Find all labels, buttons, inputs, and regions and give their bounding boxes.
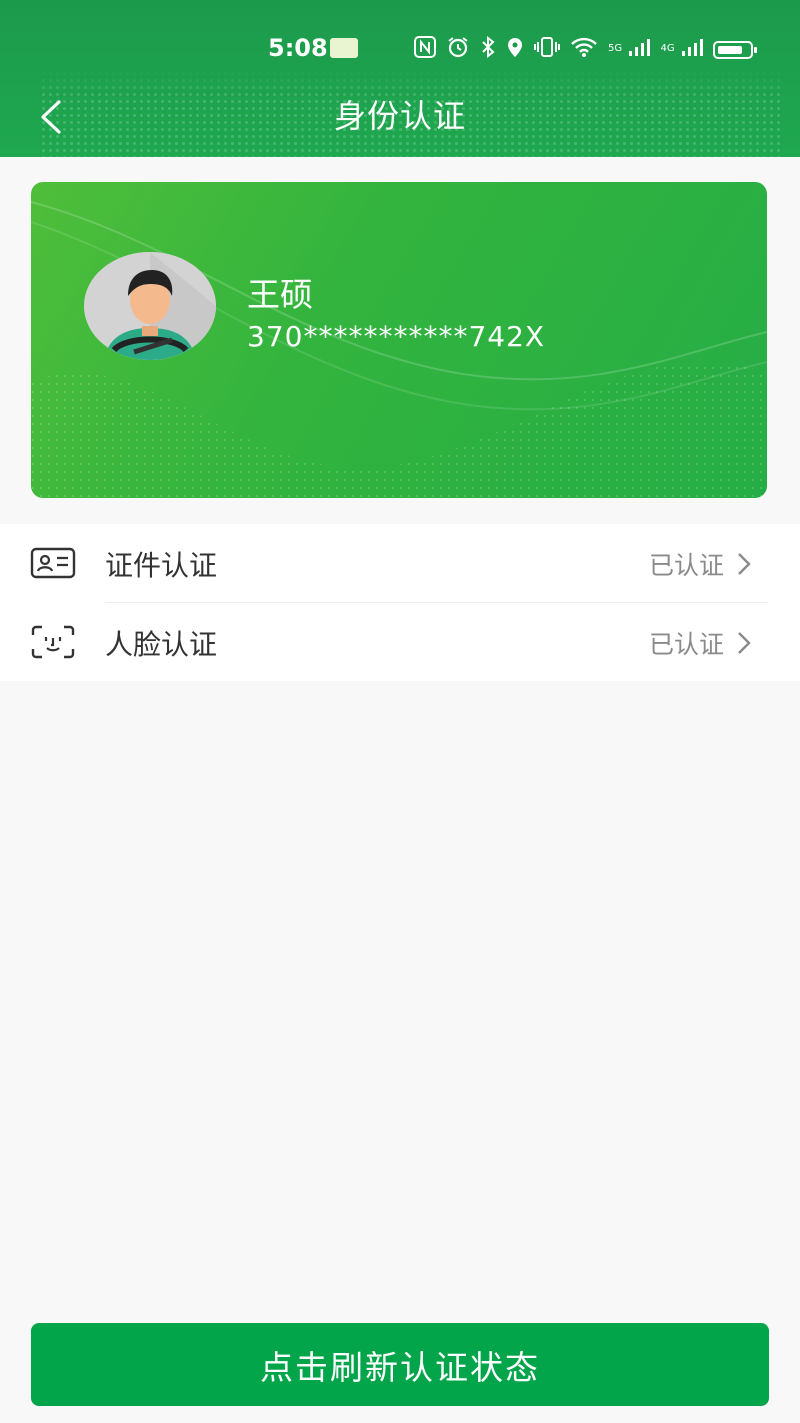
status-bar: 5:08 5G 4G [0,26,800,70]
driver-avatar-icon [84,252,216,360]
refresh-status-button[interactable]: 点击刷新认证状态 [31,1323,769,1406]
nfc-icon [414,36,436,63]
app-notification-icon [330,38,358,58]
list-item-label: 证件认证 [105,549,218,582]
face-scan-icon [31,625,75,659]
page-title: 身份认证 [333,97,466,135]
4g-signal-icon: 4G [660,37,703,62]
wifi-icon [570,36,598,63]
chevron-right-icon [738,632,751,654]
battery-icon [712,40,757,59]
verification-status: 已认证 [648,630,724,659]
verification-status: 已认证 [648,551,724,580]
status-icons: 5G 4G [414,35,757,63]
5g-signal-icon: 5G [608,37,651,62]
vibrate-icon [534,36,560,63]
avatar [84,252,216,360]
chevron-right-icon [738,553,751,575]
header: 5:08 5G 4G 身份认证 [0,0,800,157]
location-icon [506,36,524,63]
bluetooth-icon [480,35,496,63]
user-id-number: 370***********742X [247,320,546,353]
identity-card: 王硕 370***********742X [31,182,767,498]
list-item-id-verification[interactable]: 证件认证 已认证 [0,524,800,603]
alarm-icon [446,36,470,63]
user-name: 王硕 [247,275,313,314]
list-item-label: 人脸认证 [105,628,218,661]
list-item-face-verification[interactable]: 人脸认证 已认证 [0,603,800,681]
verification-list: 证件认证 已认证 人脸认证 已认证 [0,524,800,681]
status-time: 5:08 [268,34,328,62]
id-card-icon [30,547,76,579]
